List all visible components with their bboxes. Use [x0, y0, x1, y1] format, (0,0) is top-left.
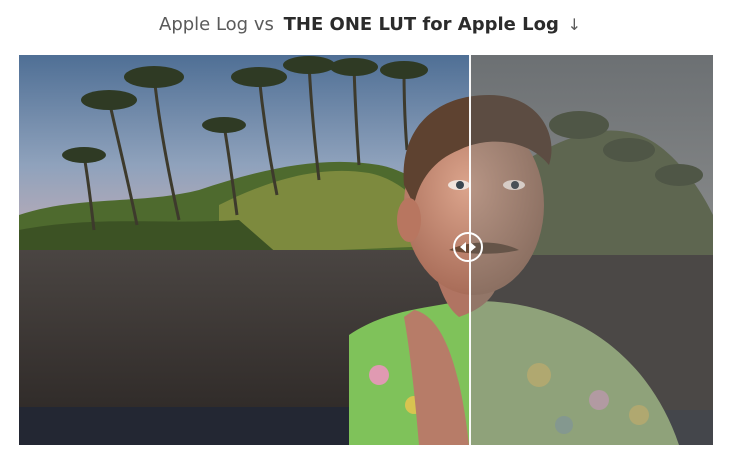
graded-image-pane	[19, 55, 470, 445]
before-after-slider[interactable]	[19, 55, 713, 445]
graded-photo	[19, 55, 470, 445]
log-photo	[470, 55, 713, 445]
arrow-right-icon	[470, 242, 476, 252]
heading-prefix: Apple Log vs	[159, 14, 274, 35]
arrow-down-icon: ↓	[567, 15, 581, 34]
log-image-pane	[470, 55, 713, 445]
comparison-heading: Apple Log vs THE ONE LUT for Apple Log ↓	[0, 12, 740, 38]
heading-product-name: THE ONE LUT for Apple Log	[283, 14, 559, 35]
arrow-left-icon	[460, 242, 466, 252]
slider-handle[interactable]	[453, 232, 483, 262]
